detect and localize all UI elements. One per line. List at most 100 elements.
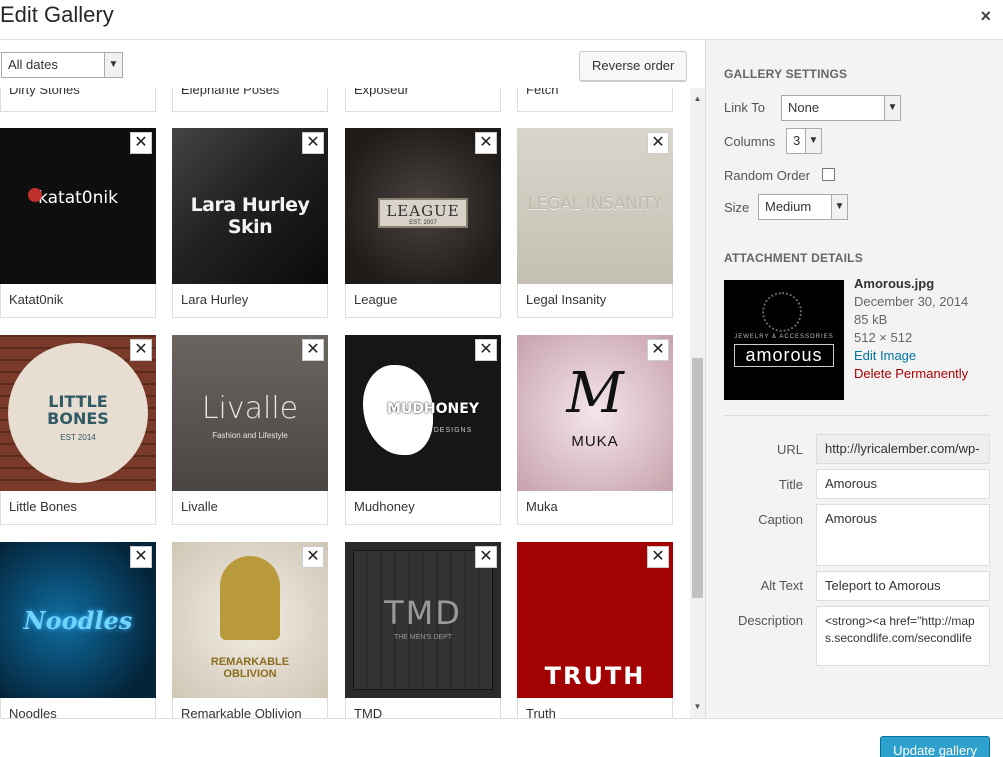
description-label: Description [737,613,803,628]
scroll-down-icon[interactable]: ▼ [690,702,705,716]
gallery-toolbar: All dates ▼ Reverse order [0,40,705,88]
random-order-checkbox[interactable] [822,168,835,181]
remove-icon[interactable]: ✕ [130,339,152,361]
thumbnail[interactable]: LITTLE BONES EST 2014 ✕ [0,335,156,491]
attachment-details-heading: ATTACHMENT DETAILS [724,251,863,265]
logo-text: REMARKABLE OBLIVION [210,656,290,680]
edit-image-link[interactable]: Edit Image [854,348,916,363]
item-caption: Noodles [0,698,156,718]
thumbnail[interactable]: TRUTH ✕ [517,542,673,698]
jewel-icon [762,292,802,332]
alt-text-field[interactable]: Teleport to Amorous [816,571,990,601]
logo-text: TRUTH [544,662,646,690]
logo-text: Lara Hurley Skin [190,194,310,238]
url-label: URL [776,442,803,457]
chevron-down-icon: ▼ [831,195,847,219]
upload-date: December 30, 2014 [854,294,969,309]
gallery-item-legal-insanity[interactable]: LEGAL INSANITY ✕ Legal Insanity [517,128,673,318]
thumbnail[interactable]: MUDHONEY DESIGNS ✕ [345,335,501,491]
gallery-item-little-bones[interactable]: LITTLE BONES EST 2014 ✕ Little Bones [0,335,156,525]
caption-label: Caption [758,512,803,527]
update-gallery-button[interactable]: Update gallery [880,736,990,757]
item-caption: Remarkable Oblivion [172,698,328,718]
size-label: Size [724,200,750,215]
close-icon[interactable]: × [980,6,991,27]
settings-sidebar: GALLERY SETTINGS Link To None ▼ Columns … [705,40,1003,718]
columns-value: 3 [793,133,801,148]
remove-icon[interactable]: ✕ [647,339,669,361]
divider [724,415,990,416]
url-field[interactable]: http://lyricalember.com/wp- [816,434,990,464]
gallery-grid: Dirty Stories Elephante Poses Exposeur F… [0,88,689,718]
item-caption: Mudhoney [345,491,501,525]
list-item[interactable]: Exposeur [345,88,501,112]
columns-label: Columns [724,134,776,149]
modal-title: Edit Gallery [0,2,114,27]
logo-text: LEAGUE [386,202,460,220]
remove-icon[interactable]: ✕ [475,132,497,154]
scroll-up-icon[interactable]: ▲ [690,94,705,108]
remove-icon[interactable]: ✕ [475,546,497,568]
item-caption: Legal Insanity [517,284,673,318]
delete-permanently-link[interactable]: Delete Permanently [854,366,968,381]
remove-icon[interactable]: ✕ [130,546,152,568]
chevron-down-icon: ▼ [884,96,900,120]
gallery-item-tmd[interactable]: TMD THE MEN'S DEPT ✕ TMD [345,542,501,718]
grid-scrollbar[interactable]: ▲ ▼ [690,88,705,718]
size-select[interactable]: Medium ▼ [758,194,848,220]
item-caption: Livalle [172,491,328,525]
gallery-item-noodles[interactable]: Noodles ✕ Noodles [0,542,156,718]
columns-select[interactable]: 3 ▼ [786,128,822,154]
logo-subtext: Fashion and Lifestyle [212,431,288,440]
thumbnail[interactable]: LEAGUE EST. 2007 ✕ [345,128,501,284]
gallery-item-league[interactable]: LEAGUE EST. 2007 ✕ League [345,128,501,318]
link-to-select[interactable]: None ▼ [781,95,901,121]
gallery-item-katat0nik[interactable]: katat0nik ✕ Katat0nik [0,128,156,318]
remove-icon[interactable]: ✕ [302,339,324,361]
remove-icon[interactable]: ✕ [647,546,669,568]
caption-field[interactable]: Amorous [816,504,990,566]
gallery-item-mudhoney[interactable]: MUDHONEY DESIGNS ✕ Mudhoney [345,335,501,525]
gallery-item-muka[interactable]: M MUKA ✕ Muka [517,335,673,525]
logo-text: Livalle [201,391,299,426]
remove-icon[interactable]: ✕ [647,132,669,154]
remove-icon[interactable]: ✕ [130,132,152,154]
modal-footer: Update gallery [0,718,1003,757]
thumbnail[interactable]: Lara Hurley Skin ✕ [172,128,328,284]
gallery-item-truth[interactable]: TRUTH ✕ Truth [517,542,673,718]
description-field[interactable]: <strong><a href="http://maps.secondlife.… [816,606,990,666]
reverse-order-button[interactable]: Reverse order [579,51,688,81]
chevron-down-icon: ▼ [805,129,821,153]
thumbnail[interactable]: REMARKABLE OBLIVION ✕ [172,542,328,698]
list-item[interactable]: Dirty Stories [0,88,156,112]
logo-subtext: EST 2014 [60,433,96,442]
item-caption: Katat0nik [0,284,156,318]
item-caption: Truth [517,698,673,718]
title-label: Title [778,477,803,492]
thumbnail[interactable]: LEGAL INSANITY ✕ [517,128,673,284]
date-filter-select[interactable]: All dates ▼ [1,52,123,78]
gallery-item-remarkable-oblivion[interactable]: REMARKABLE OBLIVION ✕ Remarkable Oblivio… [172,542,328,718]
thumbnail[interactable]: Livalle Fashion and Lifestyle ✕ [172,335,328,491]
scroll-thumb[interactable] [692,358,703,598]
gallery-settings-heading: GALLERY SETTINGS [724,67,848,81]
file-size: 85 kB [854,312,888,327]
gallery-item-lara-hurley[interactable]: Lara Hurley Skin ✕ Lara Hurley [172,128,328,318]
chevron-down-icon: ▼ [104,53,122,77]
attachment-thumbnail: JEWELRY & ACCESSORIES amorous [724,280,844,400]
list-item[interactable]: Elephante Poses [172,88,328,112]
gallery-item-livalle[interactable]: Livalle Fashion and Lifestyle ✕ Livalle [172,335,328,525]
remove-icon[interactable]: ✕ [302,546,324,568]
logo-text: MUDHONEY [387,401,479,417]
random-order-label: Random Order [724,168,810,183]
remove-icon[interactable]: ✕ [475,339,497,361]
title-field[interactable]: Amorous [816,469,990,499]
thumbnail[interactable]: M MUKA ✕ [517,335,673,491]
thumbnail[interactable]: Noodles ✕ [0,542,156,698]
list-item[interactable]: Fetch [517,88,673,112]
size-value: Medium [765,199,812,214]
thumbnail[interactable]: katat0nik ✕ [0,128,156,284]
remove-icon[interactable]: ✕ [302,132,324,154]
thumbnail[interactable]: TMD THE MEN'S DEPT ✕ [345,542,501,698]
item-caption: Lara Hurley [172,284,328,318]
